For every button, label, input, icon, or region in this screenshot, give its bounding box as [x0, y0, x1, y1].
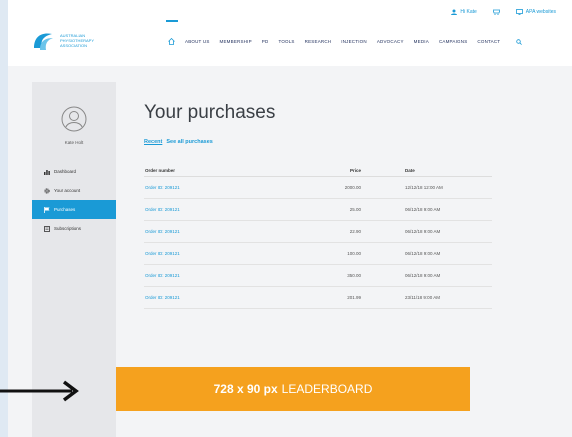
top-links: Hi Kate APA websites — [451, 9, 556, 15]
order-price: 2000.00 — [300, 176, 381, 199]
purchase-tabs: Recent See all purchases — [144, 139, 213, 145]
basket-icon — [492, 9, 500, 15]
purchases-table: Order number Price Date Order ID: 209121… — [144, 164, 492, 309]
sidebar-item-purchases[interactable]: Purchases — [32, 200, 124, 219]
header-indicator — [166, 20, 178, 22]
arrow-right-icon — [0, 380, 79, 402]
logo-line-3: ASSOCIATION — [60, 43, 88, 48]
order-link[interactable]: Order ID: 209121 — [144, 286, 300, 309]
monitor-icon — [515, 9, 523, 15]
order-date: 06/12/18 9:00 AM — [381, 242, 492, 265]
table-row: Order ID: 209121 25.00 06/12/18 9:00 AM — [144, 198, 492, 221]
nav-item-pd[interactable]: PD — [262, 39, 269, 44]
column-header-order: Order number — [144, 164, 300, 177]
gear-icon — [44, 187, 50, 194]
order-link[interactable]: Order ID: 209121 — [144, 198, 300, 221]
nav-item-tools[interactable]: TOOLS — [278, 39, 294, 44]
nav-item-contact[interactable]: CONTACT — [477, 39, 500, 44]
sidebar-item-dashboard[interactable]: Dashboard — [32, 162, 116, 181]
order-date: 23/11/18 9:00 AM — [381, 286, 492, 309]
nav-item-injection[interactable]: INJECTION — [341, 39, 367, 44]
order-link[interactable]: Order ID: 209121 — [144, 242, 300, 265]
page-title: Your purchases — [144, 102, 276, 123]
main-nav: ABOUT US MEMBERSHIP PD TOOLS RESEARCH IN… — [168, 38, 523, 45]
table-row: Order ID: 209121 201.99 23/11/18 9:00 AM — [144, 286, 492, 309]
sidebar-item-subscriptions[interactable]: Subscriptions — [32, 219, 116, 238]
user-icon — [451, 9, 458, 15]
nav-item-about[interactable]: ABOUT US — [185, 39, 210, 44]
table-row: Order ID: 209121 22.90 06/12/18 9:00 AM — [144, 220, 492, 243]
leaderboard-ad-placeholder: 728 x 90 px LEADERBOARD — [116, 367, 470, 411]
dashboard-icon — [44, 169, 50, 175]
nav-item-advocacy[interactable]: ADVOCACY — [377, 39, 404, 44]
search-icon[interactable] — [516, 38, 523, 45]
nav-item-media[interactable]: MEDIA — [414, 39, 429, 44]
tab-see-all[interactable]: See all purchases — [166, 139, 212, 145]
order-link[interactable]: Order ID: 209121 — [144, 220, 300, 243]
account-link-label: Hi Kate — [460, 9, 477, 15]
account-menu: Dashboard Your account Purchases Subscri… — [32, 162, 124, 238]
account-link[interactable]: Hi Kate — [451, 9, 477, 15]
order-date: 06/12/18 9:00 AM — [381, 198, 492, 221]
order-price: 100.00 — [300, 242, 381, 265]
order-date: 12/12/18 12:00 AM — [381, 176, 492, 199]
sidebar-item-label: Purchases — [54, 207, 76, 212]
logo-mark-icon — [34, 33, 53, 50]
order-date: 06/12/18 9:00 AM — [381, 220, 492, 243]
table-row: Order ID: 209121 100.00 06/12/18 9:00 AM — [144, 242, 492, 265]
order-link[interactable]: Order ID: 209121 — [144, 176, 300, 199]
order-price: 201.99 — [300, 286, 381, 309]
sidebar-item-label: Dashboard — [54, 169, 77, 174]
order-price: 22.90 — [300, 220, 381, 243]
apa-websites-link[interactable]: APA websites — [515, 9, 556, 15]
username: Kate Holt — [64, 140, 84, 145]
order-price: 350.00 — [300, 264, 381, 287]
table-header-row: Order number Price Date — [144, 164, 492, 177]
order-date: 06/12/18 9:00 AM — [381, 264, 492, 287]
sidebar-item-account[interactable]: Your account — [32, 181, 116, 200]
ad-size-label: 728 x 90 px — [213, 382, 278, 396]
logo-text: AUSTRALIAN PHYSIOTHERAPY ASSOCIATION — [60, 33, 94, 48]
order-link[interactable]: Order ID: 209121 — [144, 264, 300, 287]
avatar — [61, 106, 87, 132]
sidebar-item-label: Your account — [54, 188, 81, 193]
subscriptions-icon — [44, 225, 50, 232]
basket-link[interactable] — [492, 9, 500, 15]
site-logo[interactable]: AUSTRALIAN PHYSIOTHERAPY ASSOCIATION — [32, 30, 122, 52]
tab-recent[interactable]: Recent — [144, 139, 162, 145]
table-row: Order ID: 209121 350.00 06/12/18 9:00 AM — [144, 264, 492, 287]
column-header-date: Date — [381, 164, 492, 177]
nav-item-research[interactable]: RESEARCH — [305, 39, 332, 44]
flag-icon — [44, 206, 50, 213]
apa-websites-label: APA websites — [525, 9, 556, 15]
site-header: AUSTRALIAN PHYSIOTHERAPY ASSOCIATION Hi … — [8, 0, 572, 66]
nav-item-membership[interactable]: MEMBERSHIP — [220, 39, 252, 44]
sidebar-item-label: Subscriptions — [54, 226, 82, 231]
order-price: 25.00 — [300, 198, 381, 221]
column-header-price: Price — [300, 164, 381, 177]
nav-item-campaigns[interactable]: CAMPAIGNS — [439, 39, 467, 44]
table-row: Order ID: 209121 2000.00 12/12/18 12:00 … — [144, 176, 492, 199]
ad-type-label: LEADERBOARD — [281, 382, 373, 396]
home-icon[interactable] — [168, 38, 175, 45]
